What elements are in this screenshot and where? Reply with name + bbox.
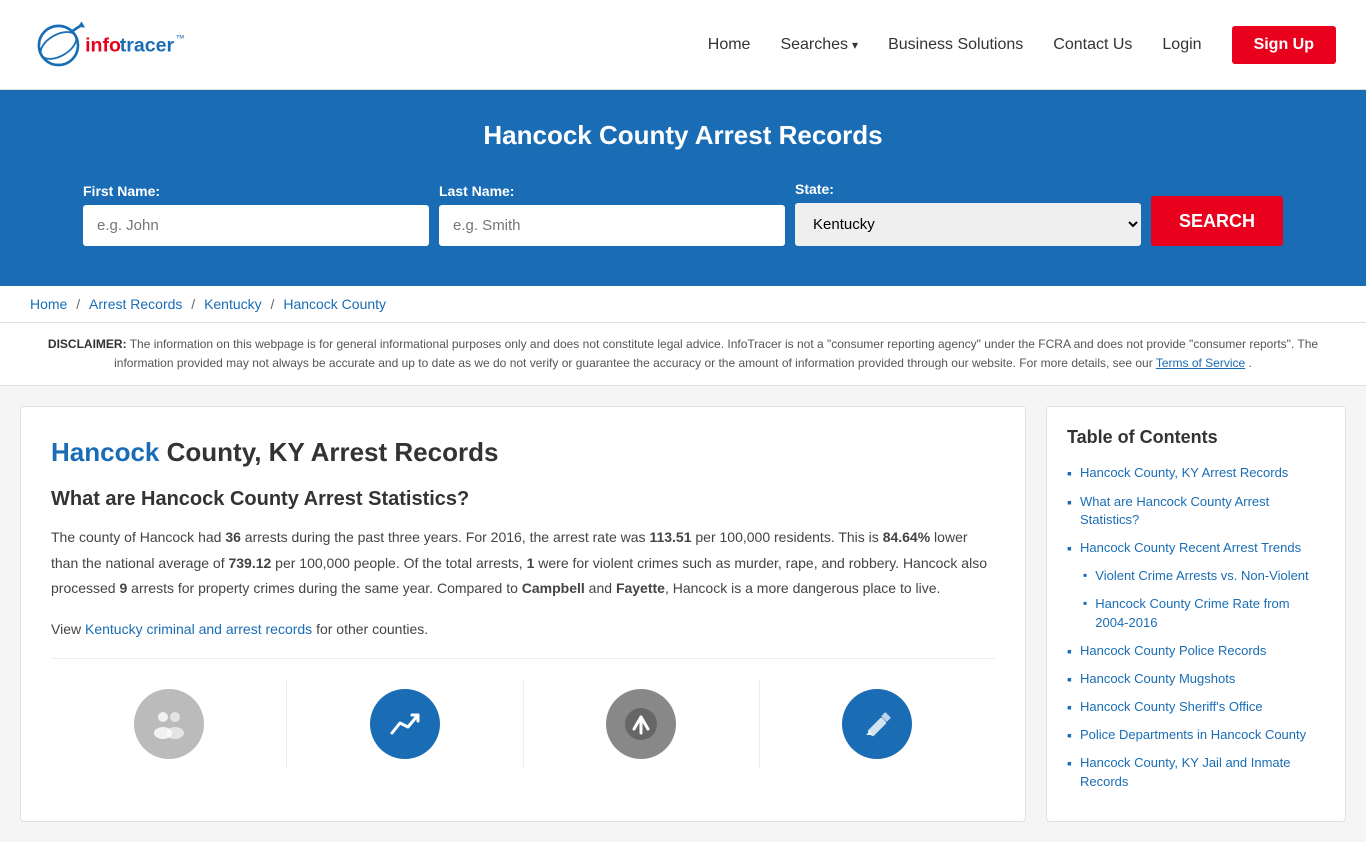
toc-link-8[interactable]: Hancock County Sheriff's Office [1080,698,1263,716]
table-of-contents: Table of Contents Hancock County, KY Arr… [1046,406,1346,821]
search-form: First Name: Last Name: State: Kentucky A… [83,181,1283,246]
toc-item: Hancock County Sheriff's Office [1067,698,1325,716]
toc-item: Hancock County, KY Jail and Inmate Recor… [1067,754,1325,790]
toc-item: Hancock County Police Records [1067,642,1325,660]
nav-business-solutions[interactable]: Business Solutions [888,36,1023,54]
stats-heading: What are Hancock County Arrest Statistic… [51,488,995,511]
icon-item-4 [760,679,995,769]
svg-text:tracer: tracer [120,34,175,56]
fayette: Fayette [616,580,665,596]
title-hancock: Hancock [51,437,159,467]
search-button[interactable]: SEARCH [1151,196,1283,246]
campbell: Campbell [522,580,585,596]
nav-searches[interactable]: Searches ▾ [780,36,858,54]
toc-item: Hancock County Recent Arrest Trends [1067,539,1325,557]
toc-item-sub: Hancock County Crime Rate from 2004-2016 [1083,595,1325,631]
disclaimer-text: The information on this webpage is for g… [114,337,1318,370]
first-name-input[interactable] [83,205,429,246]
toc-link-3[interactable]: Hancock County Recent Arrest Trends [1080,539,1301,557]
toc-item: What are Hancock County Arrest Statistic… [1067,493,1325,529]
last-name-group: Last Name: [439,183,785,246]
state-select[interactable]: Kentucky Alabama Alaska Arizona Arkansas… [795,203,1141,246]
breadcrumb-arrest-records[interactable]: Arrest Records [89,296,182,312]
property-count: 9 [119,580,127,596]
toc-item: Hancock County, KY Arrest Records [1067,464,1325,482]
toc-item-sub: Violent Crime Arrests vs. Non-Violent [1083,567,1325,585]
breadcrumb-sep2: / [191,296,199,312]
breadcrumb-sep3: / [271,296,279,312]
icon-up-arrow [606,689,676,759]
icon-people [134,689,204,759]
icon-trend [370,689,440,759]
svg-text:™: ™ [176,33,185,43]
state-group: State: Kentucky Alabama Alaska Arizona A… [795,181,1141,246]
breadcrumb: Home / Arrest Records / Kentucky / Hanco… [0,286,1366,323]
violent-count: 1 [527,555,535,571]
disclaimer-tos-link[interactable]: Terms of Service [1156,356,1245,370]
nav-home[interactable]: Home [708,36,751,54]
icon-item-2 [287,679,523,769]
stats-paragraph: The county of Hancock had 36 arrests dur… [51,525,995,601]
content-left: Hancock County, KY Arrest Records What a… [20,406,1026,821]
page-title: Hancock County, KY Arrest Records [51,437,995,468]
toc-link-6[interactable]: Hancock County Police Records [1080,642,1266,660]
icon-pencil [842,689,912,759]
state-label: State: [795,181,834,197]
toc-link-2[interactable]: What are Hancock County Arrest Statistic… [1080,493,1325,529]
toc-link-1[interactable]: Hancock County, KY Arrest Records [1080,464,1288,482]
disclaimer-bar: DISCLAIMER: The information on this webp… [0,323,1366,386]
toc-link-5[interactable]: Hancock County Crime Rate from 2004-2016 [1095,595,1325,631]
icon-item-1 [51,679,287,769]
toc-link-4[interactable]: Violent Crime Arrests vs. Non-Violent [1095,567,1308,585]
hero-section: Hancock County Arrest Records First Name… [0,90,1366,286]
arrests-count: 36 [225,529,241,545]
disclaimer-period: . [1249,356,1252,370]
chevron-down-icon: ▾ [852,38,858,52]
last-name-label: Last Name: [439,183,514,199]
nat-avg: 739.12 [228,555,271,571]
ky-records-link[interactable]: Kentucky criminal and arrest records [85,621,312,637]
toc-link-9[interactable]: Police Departments in Hancock County [1080,726,1306,744]
main-nav: Home Searches ▾ Business Solutions Conta… [708,26,1336,64]
disclaimer-label: DISCLAIMER: [48,337,127,351]
signup-button[interactable]: Sign Up [1232,26,1336,64]
nav-contact-us[interactable]: Contact Us [1053,36,1132,54]
breadcrumb-county[interactable]: Hancock County [283,296,386,312]
logo[interactable]: info tracer ™ [30,15,190,75]
arrest-rate: 113.51 [649,529,691,545]
breadcrumb-sep1: / [76,296,84,312]
last-name-input[interactable] [439,205,785,246]
icon-strip [51,658,995,769]
view-records-text: View Kentucky criminal and arrest record… [51,617,995,642]
breadcrumb-kentucky[interactable]: Kentucky [204,296,262,312]
toc-heading: Table of Contents [1067,427,1325,448]
toc-item: Hancock County Mugshots [1067,670,1325,688]
svg-text:info: info [85,34,121,56]
title-rest: County, KY Arrest Records [159,437,498,467]
header: info tracer ™ Home Searches ▾ Business S… [0,0,1366,90]
toc-link-10[interactable]: Hancock County, KY Jail and Inmate Recor… [1080,754,1325,790]
icon-item-3 [524,679,760,769]
toc-link-7[interactable]: Hancock County Mugshots [1080,670,1235,688]
hero-title: Hancock County Arrest Records [30,120,1336,151]
first-name-group: First Name: [83,183,429,246]
first-name-label: First Name: [83,183,160,199]
toc-item: Police Departments in Hancock County [1067,726,1325,744]
nav-login[interactable]: Login [1162,36,1201,54]
toc-list: Hancock County, KY Arrest Records What a… [1067,464,1325,790]
pct-lower: 84.64% [883,529,930,545]
breadcrumb-home[interactable]: Home [30,296,67,312]
main-content: Hancock County, KY Arrest Records What a… [0,386,1366,841]
